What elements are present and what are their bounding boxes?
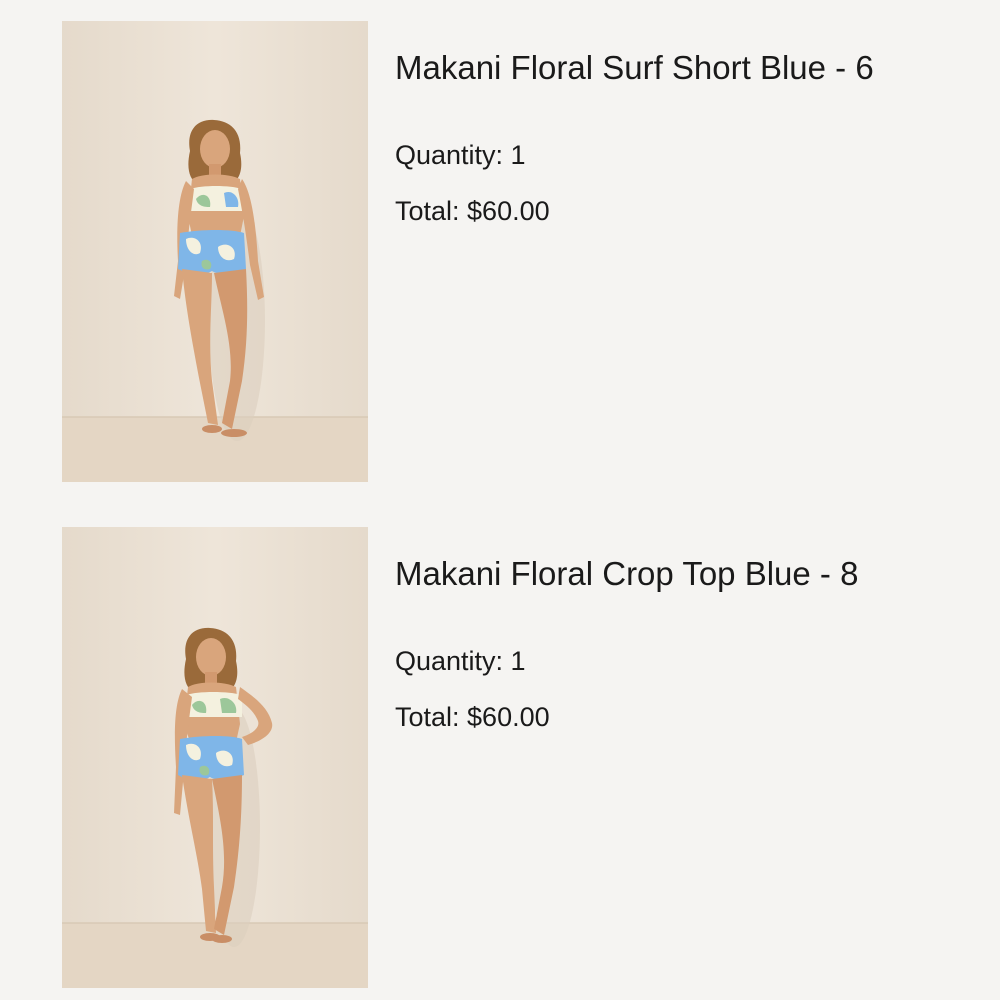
order-items-list: Makani Floral Surf Short Blue - 6 Quanti… — [0, 0, 1000, 1000]
product-image[interactable] — [62, 21, 368, 482]
product-photo-crop-top — [62, 527, 368, 988]
order-item: Makani Floral Crop Top Blue - 8 Quantity… — [62, 527, 962, 988]
total-price: Total: $60.00 — [395, 196, 550, 226]
product-image[interactable] — [62, 527, 368, 988]
product-title[interactable]: Makani Floral Crop Top Blue - 8 — [395, 554, 858, 594]
product-title[interactable]: Makani Floral Surf Short Blue - 6 — [395, 48, 874, 88]
quantity-label: Quantity: 1 — [395, 646, 526, 676]
total-price: Total: $60.00 — [395, 702, 550, 732]
order-item: Makani Floral Surf Short Blue - 6 Quanti… — [62, 21, 962, 482]
product-photo-surf-short — [62, 21, 368, 482]
quantity-label: Quantity: 1 — [395, 140, 526, 170]
